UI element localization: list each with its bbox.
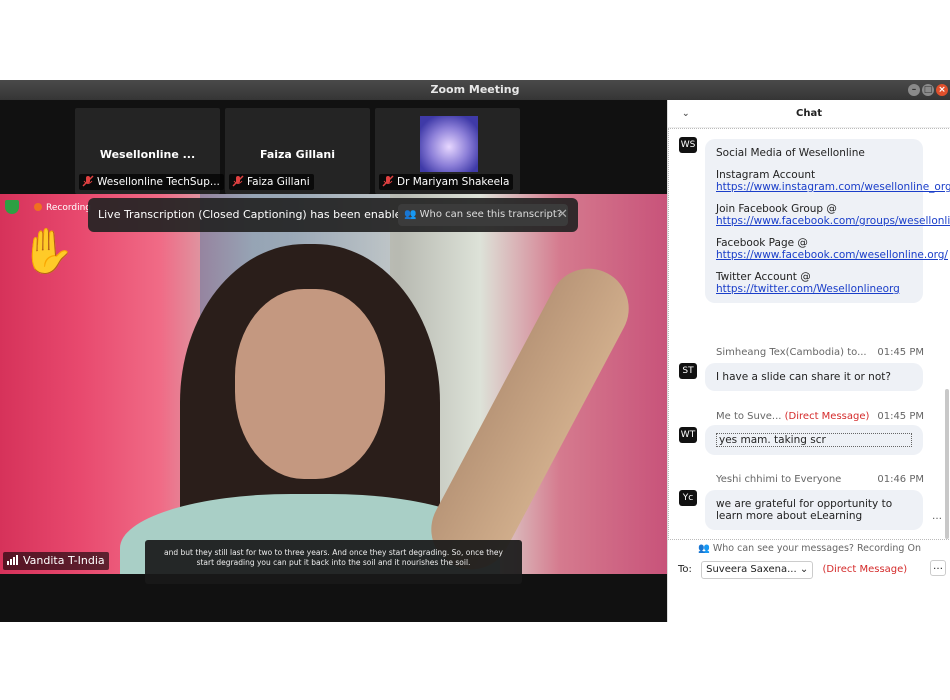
avatar: ST	[679, 363, 697, 379]
recording-label: Recording	[46, 203, 92, 213]
participant-title: Wesellonline ...	[99, 148, 196, 161]
twitter-link[interactable]: https://twitter.com/Wesellonlineorg	[716, 283, 900, 295]
mic-muted-icon	[82, 175, 94, 187]
recipient-select[interactable]: Suveera Saxena... ⌄	[701, 561, 814, 579]
message-line: Facebook Page @ https://www.facebook.com…	[716, 237, 948, 261]
raised-hand-icon: ✋	[20, 226, 75, 277]
title-bar: Zoom Meeting – □ ×	[0, 80, 950, 100]
speaker-name: Vandita T-India	[23, 554, 105, 567]
chat-scrollbar[interactable]	[945, 389, 949, 539]
speaker-arm	[417, 254, 643, 574]
message-sender: Me to Suve... (Direct Message)	[716, 411, 869, 422]
sender-text: Me to Suve...	[716, 411, 782, 422]
participant-name-tag: Wesellonline TechSup...	[79, 174, 224, 190]
participant-name-tag: Faiza Gillani	[229, 174, 314, 190]
banner-text: Live Transcription (Closed Captioning) h…	[98, 208, 409, 221]
message-text: Instagram Account	[716, 169, 816, 181]
recipient-value: Suveera Saxena...	[706, 564, 797, 575]
message-time: 01:45 PM	[877, 347, 924, 358]
message-line: Social Media of Wesellonline	[716, 147, 912, 159]
recording-indicator[interactable]: Recording	[34, 203, 91, 213]
message-bubble: I have a slide can share it or not?	[705, 363, 923, 391]
people-icon: 👥	[404, 209, 417, 220]
banner-button-label: Who can see this transcript?	[419, 209, 563, 220]
speaker-face	[235, 289, 385, 479]
close-icon[interactable]: ✕	[557, 198, 568, 232]
signal-bars-icon	[7, 553, 19, 571]
message-bubble: yes mam. taking scr	[705, 425, 923, 455]
message-time: 01:46 PM	[877, 474, 924, 485]
chat-header: ⌄ Chat	[668, 100, 950, 128]
avatar: WS	[679, 137, 697, 153]
message-text: Facebook Page @	[716, 237, 808, 249]
video-area: Wesellonline ... Wesellonline TechSup...…	[0, 100, 667, 622]
closed-caption: and but they still last for two to three…	[145, 540, 522, 584]
facebook-group-link[interactable]: https://www.facebook.com/groups/wesellon…	[716, 215, 950, 227]
instagram-link[interactable]: https://www.instagram.com/wesellonline_o…	[716, 181, 950, 193]
participant-name: Wesellonline TechSup...	[97, 176, 220, 188]
direct-message-badge: (Direct Message)	[784, 411, 870, 422]
participant-video	[420, 116, 478, 172]
facebook-page-link[interactable]: https://www.facebook.com/wesellonline.or…	[716, 249, 948, 261]
participant-thumb-2[interactable]: Faiza Gillani Faiza Gillani	[225, 108, 370, 194]
chat-title: Chat	[796, 108, 822, 119]
recipient-row: To: Suveera Saxena... ⌄ (Direct Message)…	[678, 560, 948, 580]
chat-message-list[interactable]: WS Social Media of Wesellonline Instagra…	[668, 128, 950, 540]
message-line: Join Facebook Group @ https://www.facebo…	[716, 203, 950, 227]
mic-muted-icon	[382, 175, 394, 187]
participant-name: Faiza Gillani	[247, 176, 310, 188]
avatar: WT	[679, 427, 697, 443]
window-title: Zoom Meeting	[430, 83, 520, 96]
recording-dot-icon	[34, 203, 42, 211]
people-icon: 👥	[698, 543, 710, 554]
chevron-down-icon: ⌄	[799, 564, 809, 575]
message-sender: Yeshi chhimi to Everyone	[716, 474, 842, 485]
message-text: Social Media of Wesellonline	[716, 147, 865, 159]
message-line: Twitter Account @ https://twitter.com/We…	[716, 271, 912, 295]
message-time: 01:45 PM	[877, 411, 924, 422]
who-can-see-messages[interactable]: 👥 Who can see your messages? Recording O…	[668, 540, 950, 558]
close-icon[interactable]: ×	[936, 84, 948, 96]
message-line: Instagram Account https://www.instagram.…	[716, 169, 950, 193]
participant-title: Faiza Gillani	[259, 148, 336, 161]
message-bubble: Social Media of Wesellonline Instagram A…	[705, 139, 950, 303]
speaker-name-tag: Vandita T-India	[3, 552, 109, 570]
to-label: To:	[678, 564, 692, 575]
who-can-see-transcript-button[interactable]: 👥 Who can see this transcript?	[398, 204, 569, 226]
message-text: Twitter Account @	[716, 271, 811, 283]
chat-input[interactable]	[678, 584, 943, 616]
participant-name-tag: Dr Mariyam Shakeela	[379, 174, 514, 190]
message-text: Join Facebook Group @	[716, 203, 837, 215]
participant-thumb-3[interactable]: Dr Mariyam Shakeela	[375, 108, 520, 194]
active-speaker-video	[0, 194, 667, 574]
more-options-icon[interactable]: …	[930, 560, 946, 576]
zoom-window: Zoom Meeting – □ × Wesellonline ... Wese…	[0, 80, 950, 622]
security-shield-icon[interactable]	[5, 200, 19, 214]
chevron-down-icon[interactable]: ⌄	[682, 100, 690, 128]
more-options-icon[interactable]: …	[932, 511, 942, 522]
chat-panel: ⌄ Chat WS Social Media of Wesellonline I…	[667, 100, 950, 622]
participant-name: Dr Mariyam Shakeela	[397, 176, 510, 188]
maximize-icon[interactable]: □	[922, 84, 934, 96]
direct-message-label: (Direct Message)	[822, 564, 908, 575]
minimize-icon[interactable]: –	[908, 84, 920, 96]
transcription-banner: Live Transcription (Closed Captioning) h…	[88, 198, 578, 232]
participant-thumb-1[interactable]: Wesellonline ... Wesellonline TechSup...	[75, 108, 224, 194]
message-sender: Simheang Tex(Cambodia) to...	[716, 347, 867, 358]
mic-muted-icon	[232, 175, 244, 187]
message-bubble: we are grateful for opportunity to learn…	[705, 490, 923, 530]
message-text[interactable]: yes mam. taking scr	[716, 433, 912, 447]
who-can-see-label: Who can see your messages? Recording On	[712, 543, 921, 554]
avatar: Yc	[679, 490, 697, 506]
